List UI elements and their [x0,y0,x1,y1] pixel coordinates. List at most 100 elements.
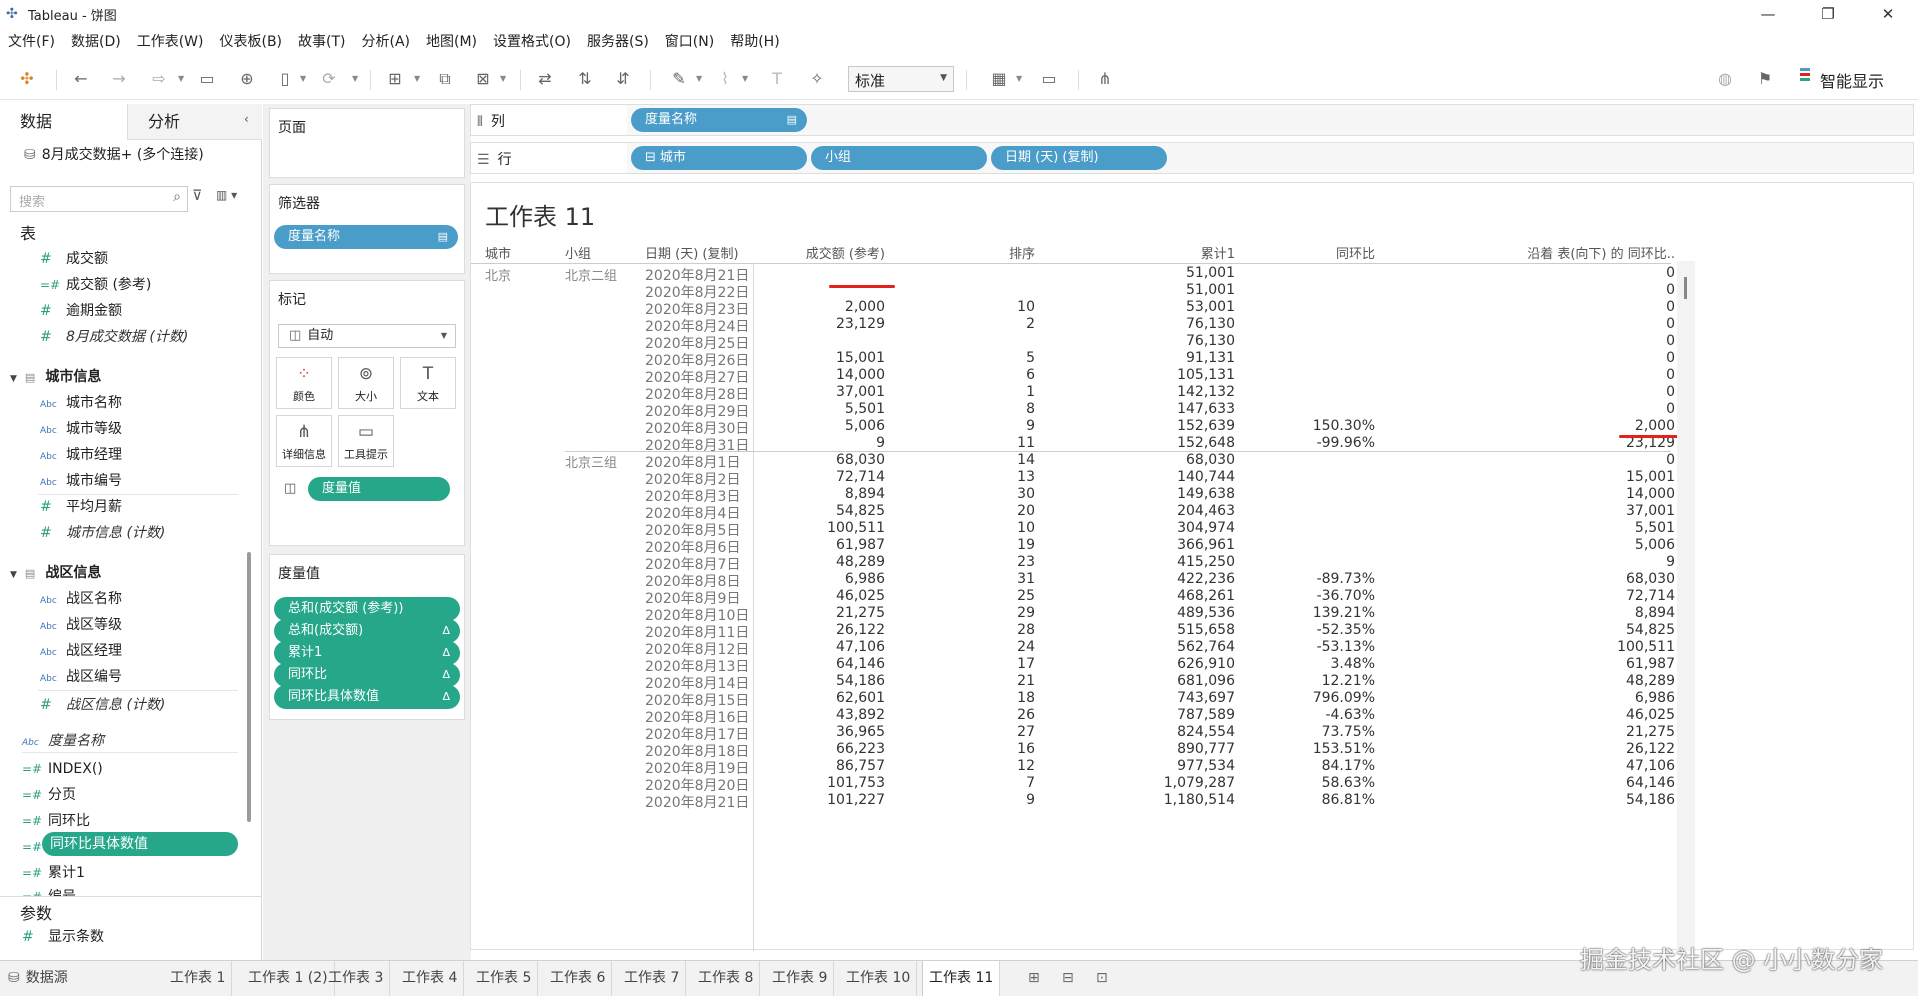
presentation-icon[interactable]: ▭ [1038,68,1060,90]
parameter-item[interactable]: # 显示条数 [22,926,104,948]
menu-dashboard[interactable]: 仪表板(B) [211,31,290,51]
cell-amount-ref[interactable]: 46,025 [725,588,885,604]
cell-amount-ref[interactable]: 36,965 [725,724,885,740]
mark-type-select[interactable]: ◫ 自动 ▼ [278,324,456,348]
cell-yoy-value[interactable]: 0 [1385,265,1675,281]
row-city-label[interactable]: 北京 [485,265,511,284]
cell-amount-ref[interactable]: 9 [725,435,885,451]
header-rank[interactable]: 排序 [905,243,1035,262]
cell-yoy[interactable]: -99.96% [1255,435,1375,451]
group-icon[interactable]: ⌇ [714,68,736,90]
menu-analysis[interactable]: 分析(A) [354,31,419,51]
cell-amount-ref[interactable]: 72,714 [725,469,885,485]
field-item[interactable]: Abc 城市编号 [40,470,122,492]
datasource-name[interactable]: ⛁ 8月成交数据+ (多个连接) [24,144,204,164]
pause-update-icon[interactable]: ▯ [274,68,296,90]
field-item[interactable]: =# 同环比 [22,810,90,832]
marks-pill-measure-values[interactable]: 度量值 [308,477,450,501]
cell-rank[interactable]: 11 [905,435,1035,451]
filter-pill-measure-names[interactable]: 度量名称 ▤ [274,225,458,249]
maximize-button[interactable]: ❐ [1800,0,1856,28]
menu-data[interactable]: 数据(D) [63,31,129,51]
field-item[interactable]: # 成交额 [40,248,108,270]
cell-yoy-value[interactable]: 46,025 [1385,707,1675,723]
cell-rank[interactable]: 31 [905,571,1035,587]
show-me-button[interactable]: 智能显示 [1820,68,1884,92]
cell-cumulative[interactable]: 142,132 [1055,384,1235,400]
menu-worksheet[interactable]: 工作表(W) [129,31,212,51]
cell-amount-ref[interactable]: 68,030 [725,452,885,468]
clear-sheet-icon[interactable]: ⊠ [472,68,494,90]
tab-analysis[interactable]: 分析 [127,104,262,140]
cell-amount-ref[interactable]: 43,892 [725,707,885,723]
redo-icon[interactable]: → [108,68,130,90]
menu-format[interactable]: 设置格式(O) [485,31,579,51]
field-item[interactable]: # 逾期金额 [40,300,122,322]
cell-cumulative[interactable]: 422,236 [1055,571,1235,587]
cell-amount-ref[interactable]: 62,601 [725,690,885,706]
pages-card[interactable]: 页面 [269,108,465,178]
cell-yoy-value[interactable]: 21,275 [1385,724,1675,740]
cell-yoy[interactable]: -52.35% [1255,622,1375,638]
cell-rank[interactable]: 10 [905,520,1035,536]
cell-yoy[interactable]: -4.63% [1255,707,1375,723]
cell-amount-ref[interactable]: 47,106 [725,639,885,655]
field-item[interactable]: Abc 战区等级 [40,614,122,636]
cell-yoy-value[interactable]: 37,001 [1385,503,1675,519]
cell-cumulative[interactable]: 787,589 [1055,707,1235,723]
row-pill-date[interactable]: 日期 (天) (复制) [991,146,1167,170]
cell-cumulative[interactable]: 304,974 [1055,520,1235,536]
field-item[interactable]: #8月成交数据 (计数) [40,326,188,348]
header-yoy[interactable]: 同环比 [1255,243,1375,262]
search-input[interactable]: 搜索 ⌕ [10,186,188,212]
cell-cumulative[interactable]: 149,638 [1055,486,1235,502]
menu-map[interactable]: 地图(M) [418,31,485,51]
header-group[interactable]: 小组 [565,243,591,262]
cell-yoy-value[interactable]: 47,106 [1385,758,1675,774]
cell-yoy-value[interactable]: 5,501 [1385,520,1675,536]
cell-yoy-value[interactable]: 0 [1385,316,1675,332]
sheet-title[interactable]: 工作表 11 [485,197,595,232]
filter-icon[interactable]: ⊽ [192,188,202,204]
cell-amount-ref[interactable]: 5,501 [725,401,885,417]
cell-cumulative[interactable]: 890,777 [1055,741,1235,757]
cell-yoy-value[interactable]: 6,986 [1385,690,1675,706]
cell-amount-ref[interactable]: 101,227 [725,792,885,808]
datapane-scrollbar[interactable] [247,552,251,822]
cell-amount-ref[interactable]: 2,000 [725,299,885,315]
cell-yoy-value[interactable]: 0 [1385,299,1675,315]
tab-sheet[interactable]: 工作表 1 [164,961,233,996]
cell-yoy-value[interactable]: 15,001 [1385,469,1675,485]
cell-rank[interactable]: 7 [905,775,1035,791]
menu-window[interactable]: 窗口(N) [657,31,722,51]
cell-cumulative[interactable]: 68,030 [1055,452,1235,468]
field-item[interactable]: =# INDEX() [22,758,103,780]
cell-cumulative[interactable]: 51,001 [1055,282,1235,298]
columns-shelf[interactable]: ⫴ 列 度量名称 ▤ [470,104,1914,136]
cell-cumulative[interactable]: 51,001 [1055,265,1235,281]
cell-cumulative[interactable]: 743,697 [1055,690,1235,706]
tooltip-button[interactable]: ▭ 工具提示 [338,415,394,467]
new-datasource-icon[interactable]: ⊕ [236,68,258,90]
cell-amount-ref[interactable]: 8,894 [725,486,885,502]
cell-rank[interactable]: 10 [905,299,1035,315]
cell-cumulative[interactable]: 626,910 [1055,656,1235,672]
detail-button[interactable]: ⋔ 详细信息 [276,415,332,467]
cell-cumulative[interactable]: 76,130 [1055,316,1235,332]
undo-icon[interactable]: ← [70,68,92,90]
minimize-button[interactable]: — [1740,0,1796,28]
menu-server[interactable]: 服务器(S) [579,31,657,51]
header-cumulative[interactable]: 累计1 [1055,243,1235,262]
cell-yoy-value[interactable]: 54,186 [1385,792,1675,808]
cell-yoy-value[interactable]: 5,006 [1385,537,1675,553]
cell-cumulative[interactable]: 140,744 [1055,469,1235,485]
cell-rank[interactable]: 9 [905,792,1035,808]
cell-yoy-value[interactable]: 64,146 [1385,775,1675,791]
cell-yoy-value[interactable]: 0 [1385,350,1675,366]
save-icon[interactable]: ▭ [196,68,218,90]
field-item[interactable]: # 战区信息 (计数) [40,694,165,716]
cell-rank[interactable]: 23 [905,554,1035,570]
cell-yoy[interactable]: -53.13% [1255,639,1375,655]
cell-yoy[interactable]: 796.09% [1255,690,1375,706]
cell-yoy[interactable]: 84.17% [1255,758,1375,774]
